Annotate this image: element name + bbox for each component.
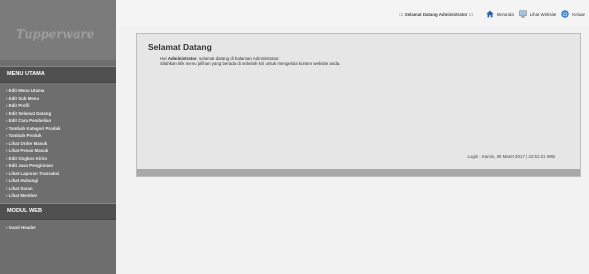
menu-utama-header: MENU UTAMA <box>0 66 116 83</box>
sidebar-item-lihat-order-masuk[interactable]: › Lihat Order Masuk <box>0 140 116 148</box>
modul-web-header: MODUL WEB <box>0 202 116 220</box>
sidebar-item-edit-menu-utama[interactable]: › Edit Menu Utama <box>0 87 116 95</box>
panel-footer <box>137 169 580 176</box>
sidebar-item-tambah-kategori-produk[interactable]: › Tambah Kategori Produk <box>0 125 116 133</box>
sidebar: Tupperware MENU UTAMA › Edit Menu Utama … <box>0 0 116 274</box>
sidebar-item-lihat-laporan-transaksi[interactable]: › Lihat Laporan Transaksi <box>0 170 116 178</box>
top-bar: ::: Selamat Datang Administrator ::: Ber… <box>116 0 589 27</box>
logout-label: Keluar <box>572 11 585 17</box>
menu-utama-list: › Edit Menu Utama › Edit Sub Menu › Edit… <box>0 83 116 200</box>
monitor-icon <box>518 10 527 18</box>
home-link[interactable]: Beranda <box>486 10 514 18</box>
top-nav: ::: Selamat Datang Administrator ::: Ber… <box>399 10 585 18</box>
panel-title: Selamat Datang <box>148 42 212 52</box>
sidebar-item-edit-cara-pembelian[interactable]: › Edit Cara Pembelian <box>0 117 116 125</box>
welcome-text: ::: Selamat Datang Administrator ::: <box>399 11 474 17</box>
sidebar-item-edit-profil[interactable]: › Edit Profil <box>0 102 116 110</box>
instruction-text: Silahkan klik menu pilihan yang berada d… <box>160 61 341 66</box>
power-icon <box>561 10 569 18</box>
sidebar-item-tambah-produk[interactable]: › Tambah Produk <box>0 132 116 140</box>
login-info: Login : Kamis, 30 Maret 2017 | 22:51:21 … <box>467 154 555 159</box>
house-icon <box>486 10 494 18</box>
view-website-label: Lihat Website <box>529 11 557 17</box>
sidebar-item-edit-sub-menu[interactable]: › Edit Sub Menu <box>0 95 116 103</box>
sidebar-item-edit-jasa-pengiriman[interactable]: › Edit Jasa Pengiriman <box>0 162 116 170</box>
logo-area: Tupperware <box>0 0 116 60</box>
sidebar-item-lihat-hubungi[interactable]: › Lihat Hubungi <box>0 177 116 185</box>
sidebar-item-ganti-header[interactable]: › Ganti Header <box>0 224 116 232</box>
sidebar-item-lihat-member[interactable]: › Lihat Member <box>0 192 116 200</box>
sidebar-item-lihat-pesan-masuk[interactable]: › Lihat Pesan Masuk <box>0 147 116 155</box>
sidebar-item-lihat-saran[interactable]: › Lihat Saran <box>0 185 116 193</box>
view-website-link[interactable]: Lihat Website <box>518 10 557 18</box>
logo: Tupperware <box>16 27 95 41</box>
sidebar-item-edit-ongkos-kirim[interactable]: › Edit Ongkos Kirim <box>0 155 116 163</box>
logout-link[interactable]: Keluar <box>561 10 585 18</box>
modul-web-list: › Ganti Header <box>0 220 116 232</box>
home-link-label: Beranda <box>497 11 514 17</box>
sidebar-item-edit-selamat-datang[interactable]: › Edit Selamat Datang <box>0 110 116 118</box>
welcome-panel: Selamat Datang Hai Administrator, selama… <box>136 33 581 177</box>
